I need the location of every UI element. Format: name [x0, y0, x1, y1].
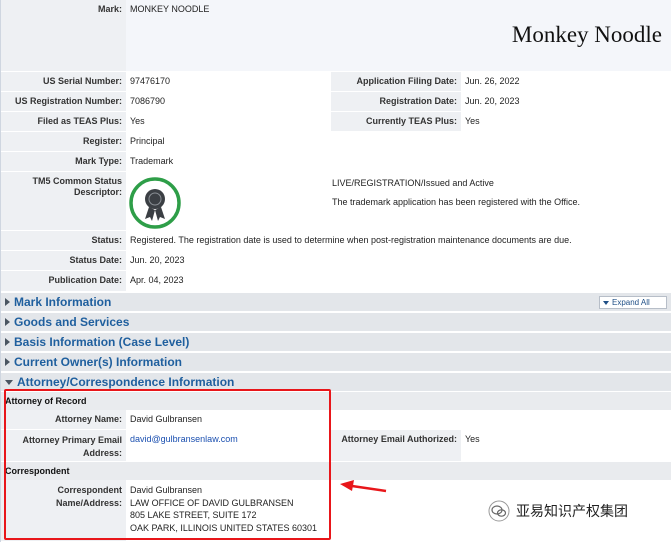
- status-date-value: Jun. 20, 2023: [126, 251, 671, 270]
- watermark: 亚易知识产权集团: [488, 500, 628, 522]
- serial-row: US Serial Number: 97476170 Application F…: [1, 72, 671, 92]
- register-label: Register:: [1, 132, 126, 151]
- register-row: Register: Principal: [1, 132, 671, 152]
- section-title: Basis Information (Case Level): [14, 335, 190, 349]
- registration-row: US Registration Number: 7086790 Registra…: [1, 92, 671, 112]
- section-attorney-correspondence[interactable]: Attorney/Correspondence Information: [1, 372, 671, 391]
- status-date-row: Status Date: Jun. 20, 2023: [1, 251, 671, 271]
- serial-label: US Serial Number:: [1, 72, 126, 91]
- mark-type-value: Trademark: [126, 152, 671, 171]
- section-title: Attorney/Correspondence Information: [17, 375, 235, 389]
- attorney-email-link[interactable]: david@gulbransenlaw.com: [130, 434, 238, 444]
- section-current-owner[interactable]: Current Owner(s) Information: [1, 352, 671, 371]
- tm5-status-line: LIVE/REGISTRATION/Issued and Active: [332, 178, 494, 188]
- expand-triangle-icon: [5, 318, 10, 326]
- section-title: Current Owner(s) Information: [14, 355, 183, 369]
- filing-date-value: Jun. 26, 2022: [461, 72, 671, 91]
- expand-triangle-icon: [5, 338, 10, 346]
- section-goods-and-services[interactable]: Goods and Services: [1, 312, 671, 331]
- attorney-of-record-heading: Attorney of Record: [1, 392, 671, 410]
- mark-row: Mark: MONKEY NOODLE Monkey Noodle: [1, 0, 671, 72]
- currently-teas-plus-label: Currently TEAS Plus:: [331, 112, 461, 131]
- red-arrow-icon: [340, 480, 387, 493]
- chevron-down-icon: [603, 300, 609, 305]
- wechat-icon: [488, 500, 510, 522]
- tm5-status-description: The trademark application has been regis…: [332, 197, 580, 207]
- currently-teas-plus-value: Yes: [461, 112, 671, 131]
- trademark-status-page: Mark: MONKEY NOODLE Monkey Noodle US Ser…: [0, 0, 671, 542]
- filing-date-label: Application Filing Date:: [331, 72, 461, 91]
- attorney-email-authorized-label: Attorney Email Authorized:: [331, 430, 461, 461]
- attorney-name-row: Attorney Name: David Gulbransen: [1, 410, 671, 430]
- serial-value: 97476170: [126, 72, 331, 91]
- correspondent-line: David Gulbransen: [130, 485, 203, 495]
- section-basis-information[interactable]: Basis Information (Case Level): [1, 332, 671, 351]
- collapse-triangle-icon: [5, 379, 13, 385]
- status-date-label: Status Date:: [1, 251, 126, 270]
- registration-date-value: Jun. 20, 2023: [461, 92, 671, 111]
- correspondent-line: OAK PARK, ILLINOIS UNITED STATES 60301: [130, 522, 318, 533]
- expand-triangle-icon: [5, 298, 10, 306]
- expand-all-button[interactable]: Expand All: [599, 296, 667, 309]
- status-value: Registered. The registration date is use…: [126, 231, 671, 250]
- mark-type-label: Mark Type:: [1, 152, 126, 171]
- register-value: Principal: [126, 132, 671, 151]
- teas-row: Filed as TEAS Plus: Yes Currently TEAS P…: [1, 112, 671, 132]
- registration-number-value: 7086790: [126, 92, 331, 111]
- attorney-name-label: Attorney Name:: [1, 410, 126, 429]
- watermark-text: 亚易知识产权集团: [516, 503, 628, 519]
- tm5-label: TM5 Common Status Descriptor:: [1, 172, 126, 230]
- expand-triangle-icon: [5, 358, 10, 366]
- tm5-row: TM5 Common Status Descriptor: LIVE/REGIS…: [1, 172, 671, 231]
- publication-date-value: Apr. 04, 2023: [126, 271, 671, 291]
- mark-value-cell: MONKEY NOODLE Monkey Noodle: [126, 0, 671, 71]
- teas-plus-value: Yes: [126, 112, 331, 131]
- correspondent-label: Correspondent Name/Address:: [1, 480, 126, 541]
- mark-label: Mark:: [1, 0, 126, 71]
- section-mark-information[interactable]: Mark Information: [1, 292, 671, 311]
- tm5-status-cell: LIVE/REGISTRATION/Issued and Active The …: [328, 172, 671, 230]
- registration-number-label: US Registration Number:: [1, 92, 126, 111]
- award-ribbon-icon: [129, 177, 181, 229]
- attorney-email-authorized-value: Yes: [461, 430, 671, 461]
- attorney-email-label: Attorney Primary Email Address:: [1, 430, 126, 461]
- mark-image-text: Monkey Noodle: [511, 22, 662, 47]
- section-title: Goods and Services: [14, 315, 130, 329]
- expand-all-label: Expand All: [612, 298, 650, 307]
- publication-date-row: Publication Date: Apr. 04, 2023: [1, 271, 671, 292]
- registration-date-label: Registration Date:: [331, 92, 461, 111]
- teas-plus-label: Filed as TEAS Plus:: [1, 112, 126, 131]
- correspondent-heading: Correspondent: [1, 462, 671, 480]
- attorney-email-row: Attorney Primary Email Address: david@gu…: [1, 430, 671, 462]
- status-label: Status:: [1, 231, 126, 250]
- mark-type-row: Mark Type: Trademark: [1, 152, 671, 172]
- attorney-name-value: David Gulbransen: [126, 410, 671, 429]
- mark-value: MONKEY NOODLE: [130, 4, 210, 14]
- status-row: Status: Registered. The registration dat…: [1, 231, 671, 251]
- section-title: Mark Information: [14, 295, 112, 309]
- publication-date-label: Publication Date:: [1, 271, 126, 291]
- attorney-email-cell: david@gulbransenlaw.com: [126, 430, 331, 461]
